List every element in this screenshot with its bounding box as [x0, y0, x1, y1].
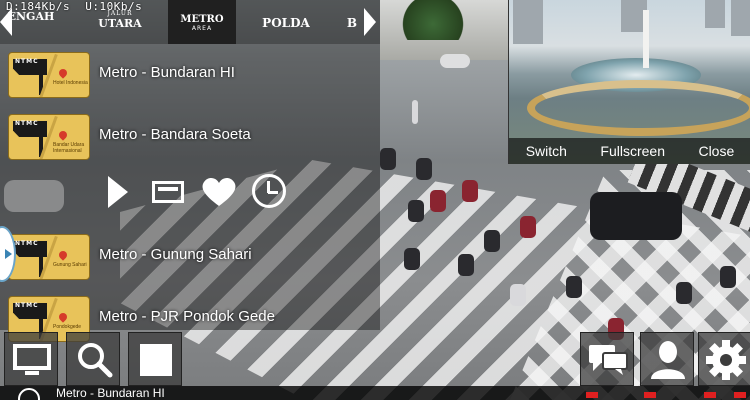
tower: [513, 0, 543, 44]
motorbike: [510, 284, 526, 306]
channel-tab-label: POLDA: [262, 16, 310, 30]
clock-icon[interactable]: [252, 174, 286, 208]
indicator: [734, 392, 746, 398]
car: [440, 54, 470, 68]
motorbike: [380, 148, 396, 170]
motorbike: [430, 190, 446, 212]
thumb-label: Hotel Indonesia: [53, 80, 88, 86]
fullscreen-button[interactable]: Fullscreen: [600, 143, 665, 159]
motorbike: [408, 200, 424, 222]
ticker-text: Metro - Bundaran HI: [56, 386, 165, 400]
channel-tab-label: ENGAH: [7, 10, 55, 23]
list-item[interactable]: NTMC Gunung Sahari Metro - Gunung Sahari: [0, 226, 380, 286]
map-pin-icon: [57, 129, 69, 141]
heart-icon[interactable]: [200, 176, 238, 208]
user-icon: [651, 341, 685, 379]
tower: [731, 0, 750, 36]
map-pin-icon: [57, 67, 69, 79]
channel-tab-small: JALUR: [107, 10, 133, 17]
camera-actions: [100, 170, 300, 214]
car: [590, 192, 682, 240]
chat-button[interactable]: [580, 332, 634, 386]
motorbike: [720, 266, 736, 288]
motorbike: [484, 230, 500, 252]
channel-tab[interactable]: B: [344, 0, 360, 44]
list-item[interactable]: NTMC Bandar Udara Internasional Metro - …: [0, 106, 380, 166]
screen-icon[interactable]: [152, 181, 184, 203]
camera-thumbnail: NTMC Bandar Udara Internasional: [8, 114, 90, 160]
thumb-label: Bandar Udara Internasional: [53, 142, 85, 154]
channel-tab-small: AREA: [191, 25, 213, 32]
thumb-brand: NTMC: [15, 120, 39, 127]
motorbike: [416, 158, 432, 180]
thumb-brand: NTMC: [15, 302, 39, 309]
channel-tab-active[interactable]: METRO AREA: [168, 0, 236, 44]
tower: [705, 0, 725, 28]
channel-tab-label: UTARA: [98, 17, 142, 30]
motorbike: [412, 100, 418, 124]
camera-thumbnail: NTMC Hotel Indonesia: [8, 52, 90, 98]
map-pin-icon: [57, 311, 69, 323]
thumb-label: Gunung Sahari: [53, 262, 87, 268]
channel-tab-label: METRO: [180, 14, 224, 25]
search-icon: [78, 343, 113, 378]
ticker-indicators: [584, 392, 750, 400]
motorbike: [458, 254, 474, 276]
background-tree: [398, 0, 468, 40]
chat-icon: [589, 345, 628, 375]
camera-name: Metro - Bundaran HI: [99, 64, 235, 81]
indicator: [704, 392, 716, 398]
indicator: [644, 392, 656, 398]
monitor-button[interactable]: [4, 332, 58, 386]
play-icon[interactable]: [108, 176, 128, 208]
inset-controls: Switch Fullscreen Close: [509, 138, 750, 164]
channel-tab[interactable]: ENGAH: [6, 0, 56, 44]
channel-tab[interactable]: JALUR UTARA: [92, 0, 148, 44]
thumb-brand: NTMC: [15, 240, 39, 247]
channel-tab-label: B: [346, 16, 358, 30]
camera-name: Metro - Bandara Soeta: [99, 126, 251, 143]
thumb-brand: NTMC: [15, 58, 39, 65]
secondary-camera[interactable]: Switch Fullscreen Close: [508, 0, 750, 164]
motorbike: [404, 248, 420, 270]
search-button[interactable]: [66, 332, 120, 386]
user-button[interactable]: [640, 332, 694, 386]
thumb-label: Pondokgede: [53, 324, 82, 330]
monument: [643, 10, 649, 68]
motorbike: [566, 276, 582, 298]
gear-icon: [706, 340, 746, 380]
close-button[interactable]: Close: [698, 143, 734, 159]
camera-name: Metro - Gunung Sahari: [99, 246, 252, 263]
motorbike: [676, 282, 692, 304]
roundabout: [527, 80, 750, 136]
info-icon[interactable]: [18, 388, 40, 400]
camera-name: Metro - PJR Pondok Gede: [99, 308, 275, 325]
channel-tab[interactable]: POLDA: [256, 0, 316, 44]
stop-icon: [140, 344, 172, 376]
switch-button[interactable]: Switch: [526, 143, 567, 159]
monitor-icon: [13, 344, 51, 375]
settings-button[interactable]: [698, 332, 750, 386]
camera-thumbnail: NTMC Gunung Sahari: [8, 234, 90, 280]
map-pin-icon: [57, 249, 69, 261]
indicator: [586, 392, 598, 398]
stop-button[interactable]: [128, 332, 182, 386]
motorbike: [462, 180, 478, 202]
motorbike: [520, 216, 536, 238]
list-item[interactable]: NTMC Hotel Indonesia Metro - Bundaran HI: [0, 44, 380, 104]
